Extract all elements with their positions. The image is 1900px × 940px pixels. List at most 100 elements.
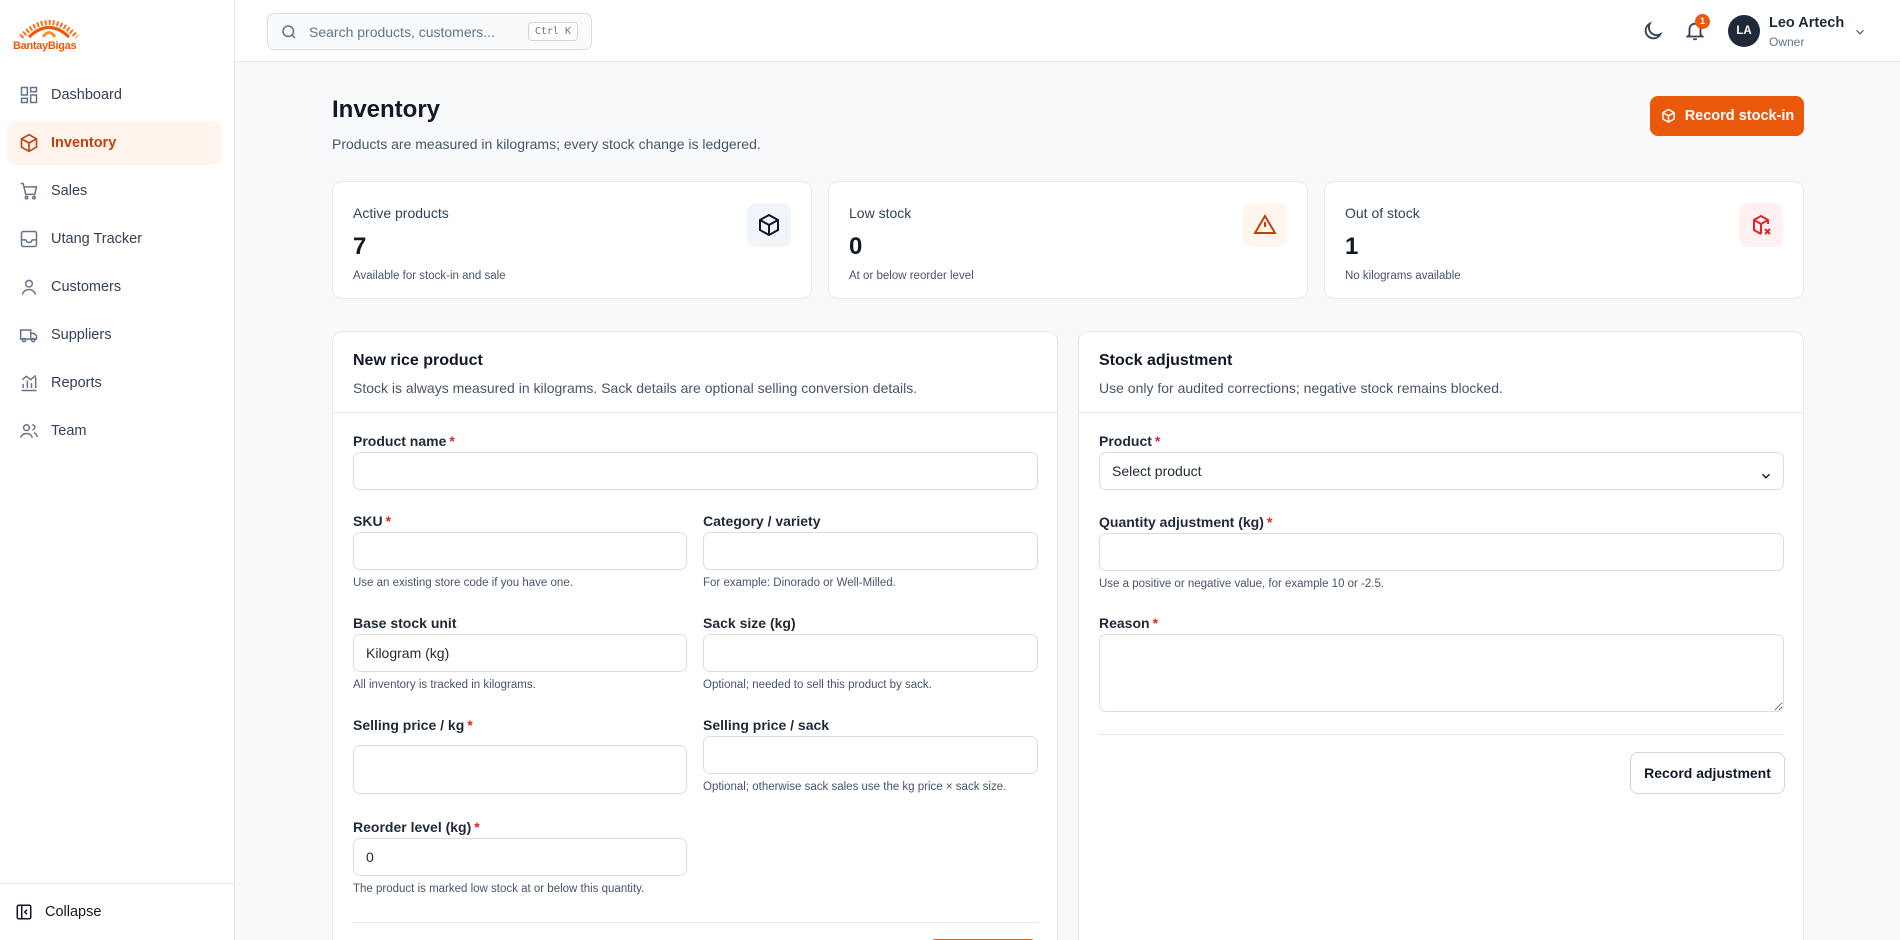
reorder-level-label: Reorder level (kg) *	[353, 819, 480, 835]
moon-icon[interactable]	[1642, 20, 1664, 42]
required-marker: *	[1266, 514, 1273, 530]
field-label-text: SKU	[353, 513, 383, 529]
ledger-icon	[20, 230, 38, 248]
sidebar-item-suppliers[interactable]: Suppliers	[7, 313, 222, 357]
sidebar-item-reports[interactable]: Reports	[7, 361, 222, 405]
category-field: Category / variety For example: Dinorado…	[703, 513, 1038, 590]
field-label-text: Reason	[1099, 615, 1150, 631]
page-title: Inventory	[332, 96, 441, 123]
sidebar-nav: Dashboard Inventory Sales Utang Tracker …	[7, 73, 222, 457]
field-label-text: Reorder level (kg)	[353, 819, 472, 835]
active-products-card: Active products 7 Available for stock-in…	[332, 181, 812, 299]
user-role: Owner	[1769, 35, 1805, 49]
stat-note: No kilograms available	[1345, 270, 1461, 282]
required-marker: *	[449, 433, 455, 449]
collapse-label: Collapse	[45, 904, 102, 920]
customer-icon	[21, 279, 37, 295]
price-per-sack-field: Selling price / sack Optional; otherwise…	[703, 717, 1038, 794]
field-label-text: Selling price / kg	[353, 717, 465, 733]
sidebar-item-sales[interactable]: Sales	[7, 169, 222, 213]
quantity-adjustment-field: Quantity adjustment (kg) * Use a positive…	[1099, 514, 1784, 593]
stat-note: Available for stock-in and sale	[353, 270, 506, 282]
reorder-level-input[interactable]	[353, 838, 687, 876]
sku-label: SKU *	[353, 513, 391, 529]
package-plus-icon	[1661, 108, 1675, 123]
record-stock-in-label: Record stock-in	[1684, 108, 1795, 124]
card-header: New rice product Stock is always measure…	[333, 332, 1057, 413]
reason-field: Reason *	[1099, 615, 1784, 713]
quantity-adjustment-label: Quantity adjustment (kg) *	[1099, 514, 1272, 530]
sidebar-item-label: Reports	[51, 375, 102, 391]
collapse-icon	[16, 904, 32, 920]
sack-size-field: Sack size (kg) Optional; needed to sell …	[703, 615, 1038, 692]
package-x-icon	[1739, 203, 1783, 247]
stat-value: 1	[1345, 233, 1359, 260]
sidebar-item-dashboard[interactable]: Dashboard	[7, 73, 222, 117]
price-per-sack-help: Optional; otherwise sack sales use the k…	[703, 781, 1007, 793]
notification-count-badge: 1	[1695, 14, 1710, 29]
required-marker: *	[467, 717, 473, 733]
top-bar: Ctrl K 1 LA Leo Artech Owner	[235, 0, 1900, 62]
sack-size-input[interactable]	[703, 634, 1038, 672]
quantity-adjustment-input[interactable]	[1099, 533, 1784, 571]
sku-input[interactable]	[353, 532, 687, 570]
field-label-text: Product name	[353, 433, 447, 449]
stock-summary-cards: Active products 7 Available for stock-in…	[332, 181, 1804, 299]
product-select[interactable]: Select product	[1099, 452, 1784, 490]
sidebar-item-inventory[interactable]: Inventory	[7, 121, 222, 165]
sidebar-item-customers[interactable]: Customers	[7, 265, 222, 309]
sack-size-help: Optional; needed to sell this product by…	[703, 679, 932, 691]
sidebar-item-label: Dashboard	[51, 87, 122, 103]
category-input[interactable]	[703, 532, 1038, 570]
sidebar-item-label: Customers	[51, 279, 122, 295]
price-per-kg-field: Selling price / kg *	[353, 717, 687, 795]
form-divider	[1099, 734, 1784, 735]
page-subtitle: Products are measured in kilograms; ever…	[332, 136, 761, 152]
product-name-field: Product name *	[353, 433, 1038, 491]
required-marker: *	[474, 819, 480, 835]
record-adjustment-button[interactable]: Record adjustment	[1630, 752, 1785, 794]
required-marker: *	[385, 513, 392, 529]
sku-help: Use an existing store code if you have o…	[353, 577, 573, 589]
field-label-text: Quantity adjustment (kg)	[1099, 514, 1264, 530]
search-icon	[282, 24, 296, 39]
sidebar-item-utang-tracker[interactable]: Utang Tracker	[7, 217, 222, 261]
form-divider	[353, 922, 1038, 923]
record-stock-in-button[interactable]: Record stock-in	[1650, 96, 1804, 136]
stat-value: 0	[849, 233, 863, 260]
inventory-box-icon	[20, 133, 38, 153]
stat-label: Low stock	[849, 205, 912, 221]
price-per-sack-input[interactable]	[703, 736, 1038, 774]
card-title: New rice product	[353, 352, 483, 369]
search-input[interactable]	[309, 23, 524, 40]
sidebar-item-label: Utang Tracker	[51, 231, 143, 247]
product-name-input[interactable]	[353, 452, 1038, 490]
bantaybigas-logo[interactable]: BantayBigas	[13, 12, 85, 52]
reorder-level-field: Reorder level (kg)* The product is marke…	[353, 819, 687, 896]
avatar[interactable]: LA	[1728, 15, 1760, 47]
stat-value: 7	[353, 233, 367, 260]
collapse-sidebar-button[interactable]: Collapse	[0, 883, 234, 940]
quantity-adjustment-help: Use a positive or negative value, for ex…	[1099, 578, 1385, 590]
base-unit-input[interactable]	[353, 634, 687, 672]
product-select-field: Product * Select product	[1099, 433, 1784, 490]
dashboard-icon	[20, 86, 38, 104]
category-help: For example: Dinorado or Well-Milled.	[703, 577, 896, 589]
chevron-down-icon[interactable]	[1853, 25, 1867, 39]
search-shortcut-hint: Ctrl K	[527, 22, 578, 41]
product-name-label: Product name *	[353, 433, 455, 449]
reason-textarea[interactable]	[1099, 634, 1784, 712]
base-unit-field: Base stock unit All inventory is tracked…	[353, 615, 687, 692]
sidebar-item-label: Sales	[51, 183, 88, 199]
sidebar-item-label: Suppliers	[51, 327, 112, 343]
reason-label: Reason *	[1099, 615, 1158, 631]
reports-icon	[21, 374, 37, 392]
new-product-card: New rice product Stock is always measure…	[332, 331, 1058, 940]
card-subtitle: Use only for audited corrections; negati…	[1099, 380, 1503, 396]
price-per-kg-label: Selling price / kg *	[353, 717, 473, 733]
sidebar-item-team[interactable]: Team	[7, 409, 222, 453]
search-box[interactable]: Ctrl K	[267, 13, 592, 50]
price-per-sack-label: Selling price / sack	[703, 717, 830, 733]
user-name[interactable]: Leo Artech	[1769, 15, 1844, 31]
price-per-kg-input[interactable]	[353, 745, 687, 794]
